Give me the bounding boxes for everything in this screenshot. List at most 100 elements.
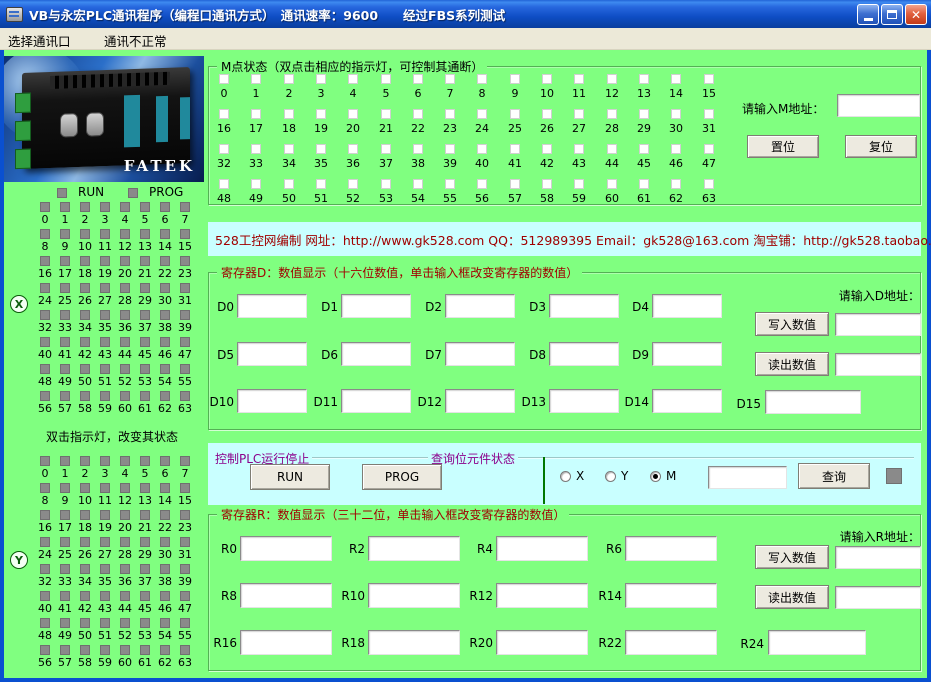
m-indicator-60[interactable] (607, 179, 617, 189)
y-indicator-51[interactable] (100, 618, 110, 628)
x-indicator-34[interactable] (80, 310, 90, 320)
radio-y[interactable] (605, 471, 616, 482)
x-indicator-56[interactable] (40, 391, 50, 401)
x-indicator-60[interactable] (120, 391, 130, 401)
y-indicator-1[interactable] (60, 456, 70, 466)
d-register-input-D9[interactable] (652, 342, 722, 366)
y-indicator-9[interactable] (60, 483, 70, 493)
r-register-input-R6[interactable] (625, 536, 717, 561)
x-indicator-1[interactable] (60, 202, 70, 212)
x-indicator-30[interactable] (160, 283, 170, 293)
m-indicator-38[interactable] (413, 144, 423, 154)
x-indicator-22[interactable] (160, 256, 170, 266)
r-register-input-R4[interactable] (496, 536, 588, 561)
y-indicator-22[interactable] (160, 510, 170, 520)
m-indicator-45[interactable] (639, 144, 649, 154)
y-indicator-33[interactable] (60, 564, 70, 574)
x-indicator-31[interactable] (180, 283, 190, 293)
m-indicator-20[interactable] (348, 109, 358, 119)
y-indicator-31[interactable] (180, 537, 190, 547)
m-indicator-35[interactable] (316, 144, 326, 154)
y-indicator-24[interactable] (40, 537, 50, 547)
m-indicator-56[interactable] (477, 179, 487, 189)
y-indicator-62[interactable] (160, 645, 170, 655)
x-indicator-54[interactable] (160, 364, 170, 374)
y-indicator-34[interactable] (80, 564, 90, 574)
x-indicator-32[interactable] (40, 310, 50, 320)
m-indicator-23[interactable] (445, 109, 455, 119)
d-register-input-D0[interactable] (237, 294, 307, 318)
y-indicator-49[interactable] (60, 618, 70, 628)
m-indicator-47[interactable] (704, 144, 714, 154)
y-indicator-35[interactable] (100, 564, 110, 574)
radio-x[interactable] (560, 471, 571, 482)
x-indicator-18[interactable] (80, 256, 90, 266)
m-indicator-16[interactable] (219, 109, 229, 119)
x-indicator-44[interactable] (120, 337, 130, 347)
r-register-input-R8[interactable] (240, 583, 332, 608)
y-indicator-2[interactable] (80, 456, 90, 466)
m-indicator-1[interactable] (251, 74, 261, 84)
d-register-input-D6[interactable] (341, 342, 411, 366)
x-indicator-17[interactable] (60, 256, 70, 266)
m-indicator-0[interactable] (219, 74, 229, 84)
m-indicator-50[interactable] (284, 179, 294, 189)
m-indicator-33[interactable] (251, 144, 261, 154)
y-indicator-21[interactable] (140, 510, 150, 520)
m-indicator-22[interactable] (413, 109, 423, 119)
r-register-input-R24[interactable] (768, 630, 866, 655)
x-indicator-33[interactable] (60, 310, 70, 320)
x-indicator-24[interactable] (40, 283, 50, 293)
d-register-input-D14[interactable] (652, 389, 722, 413)
y-indicator-58[interactable] (80, 645, 90, 655)
r-register-input-R22[interactable] (625, 630, 717, 655)
y-indicator-17[interactable] (60, 510, 70, 520)
x-indicator-35[interactable] (100, 310, 110, 320)
y-indicator-3[interactable] (100, 456, 110, 466)
y-indicator-8[interactable] (40, 483, 50, 493)
y-indicator-55[interactable] (180, 618, 190, 628)
x-indicator-42[interactable] (80, 337, 90, 347)
m-indicator-52[interactable] (348, 179, 358, 189)
r-register-input-R0[interactable] (240, 536, 332, 561)
x-indicator-50[interactable] (80, 364, 90, 374)
m-indicator-39[interactable] (445, 144, 455, 154)
y-indicator-56[interactable] (40, 645, 50, 655)
y-indicator-30[interactable] (160, 537, 170, 547)
x-indicator-4[interactable] (120, 202, 130, 212)
x-indicator-12[interactable] (120, 229, 130, 239)
m-indicator-34[interactable] (284, 144, 294, 154)
m-indicator-30[interactable] (671, 109, 681, 119)
y-indicator-45[interactable] (140, 591, 150, 601)
y-indicator-6[interactable] (160, 456, 170, 466)
d-register-input-D8[interactable] (549, 342, 619, 366)
m-indicator-43[interactable] (574, 144, 584, 154)
d-register-input-D4[interactable] (652, 294, 722, 318)
x-indicator-59[interactable] (100, 391, 110, 401)
x-indicator-51[interactable] (100, 364, 110, 374)
m-indicator-28[interactable] (607, 109, 617, 119)
m-indicator-48[interactable] (219, 179, 229, 189)
m-indicator-18[interactable] (284, 109, 294, 119)
y-indicator-41[interactable] (60, 591, 70, 601)
x-indicator-3[interactable] (100, 202, 110, 212)
m-indicator-37[interactable] (381, 144, 391, 154)
x-indicator-39[interactable] (180, 310, 190, 320)
y-indicator-19[interactable] (100, 510, 110, 520)
x-indicator-37[interactable] (140, 310, 150, 320)
m-indicator-36[interactable] (348, 144, 358, 154)
x-indicator-15[interactable] (180, 229, 190, 239)
y-indicator-20[interactable] (120, 510, 130, 520)
m-indicator-59[interactable] (574, 179, 584, 189)
x-indicator-40[interactable] (40, 337, 50, 347)
x-indicator-16[interactable] (40, 256, 50, 266)
m-indicator-63[interactable] (704, 179, 714, 189)
r-register-input-R20[interactable] (496, 630, 588, 655)
x-indicator-61[interactable] (140, 391, 150, 401)
m-indicator-21[interactable] (381, 109, 391, 119)
m-indicator-5[interactable] (381, 74, 391, 84)
m-indicator-44[interactable] (607, 144, 617, 154)
d-register-input-D2[interactable] (445, 294, 515, 318)
y-indicator-61[interactable] (140, 645, 150, 655)
radio-m[interactable] (650, 471, 661, 482)
